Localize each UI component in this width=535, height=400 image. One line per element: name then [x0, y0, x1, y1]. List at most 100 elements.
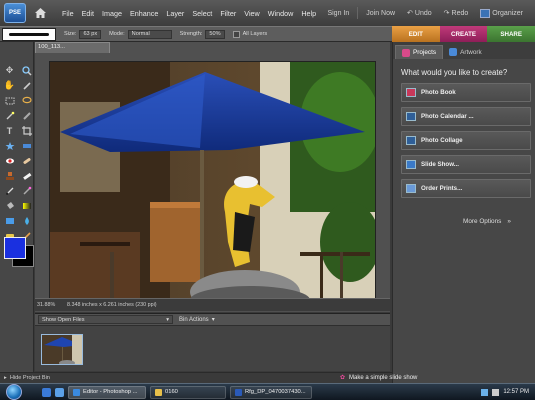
hide-project-bin-toggle[interactable]: ▸ Hide Project Bin	[0, 372, 392, 383]
tab-projects[interactable]: Projects	[395, 45, 444, 59]
tab-projects-label: Projects	[413, 49, 437, 56]
browser-icon[interactable]	[55, 387, 64, 397]
foreground-color-swatch[interactable]	[4, 237, 26, 259]
menu-image[interactable]: Image	[98, 9, 126, 18]
system-tray: 12:57 PM	[481, 388, 535, 396]
tab-artwork-label: Artwork	[460, 48, 482, 56]
home-icon[interactable]	[32, 5, 48, 21]
spot-healing-tool-icon[interactable]	[20, 154, 33, 167]
brush-preset-picker[interactable]	[2, 27, 56, 41]
divider	[357, 7, 359, 19]
sign-in-link[interactable]: Sign In	[321, 10, 355, 17]
collage-icon	[406, 136, 416, 145]
bin-actions-menu[interactable]: Bin Actions ▾	[179, 316, 215, 324]
tab-create[interactable]: CREATE	[439, 26, 488, 42]
hand-tool-icon[interactable]: ✋	[3, 79, 16, 92]
shape-tool-icon[interactable]	[3, 214, 16, 227]
show-files-select[interactable]: Show Open Files ▾	[38, 315, 173, 324]
document-window: 100_113...	[35, 42, 390, 312]
lasso-tool-icon[interactable]	[20, 94, 33, 107]
menu-help[interactable]: Help	[297, 9, 320, 18]
menu-layer[interactable]: Layer	[162, 9, 188, 18]
folder-icon	[155, 388, 162, 396]
tab-artwork[interactable]: Artwork	[443, 45, 488, 59]
app-logo-text: PSE	[8, 10, 21, 16]
task-label: Editor - Photoshop ...	[83, 389, 138, 395]
mode-option: Mode: Normal	[109, 29, 172, 39]
photo-calendar-button[interactable]: Photo Calendar ...	[401, 107, 531, 126]
taskbar-folder-0160[interactable]: 0160	[150, 385, 226, 399]
all-layers-option: All Layers	[232, 30, 267, 38]
app-logo[interactable]: PSE	[4, 3, 26, 23]
menu-view[interactable]: View	[240, 9, 263, 18]
organizer-icon	[480, 8, 491, 18]
menu-file[interactable]: File	[58, 9, 78, 18]
eraser-tool-icon[interactable]	[20, 169, 33, 182]
type-tool-icon[interactable]: T	[3, 124, 16, 137]
menu-select[interactable]: Select	[188, 9, 216, 18]
straighten-tool-icon[interactable]	[20, 139, 33, 152]
eyedropper-tool-icon[interactable]	[20, 79, 33, 92]
crop-tool-icon[interactable]	[20, 124, 33, 137]
clone-stamp-tool-icon[interactable]	[3, 169, 16, 182]
magic-wand-tool-icon[interactable]	[3, 109, 16, 122]
volume-icon[interactable]	[492, 388, 500, 396]
prints-icon	[406, 184, 416, 193]
image-canvas[interactable]	[49, 61, 376, 310]
size-label: Size:	[64, 31, 77, 37]
marquee-tool-icon[interactable]	[3, 94, 16, 107]
undo-button[interactable]: ↶ Undo	[401, 9, 438, 18]
redo-label: Redo	[451, 9, 469, 17]
gradient-tool-icon[interactable]	[20, 199, 33, 212]
size-option: Size: 63 px	[64, 29, 102, 39]
join-now-link[interactable]: Join Now	[360, 10, 401, 17]
taskbar-word-doc[interactable]: Rfg_DP_0470037430...	[230, 385, 312, 399]
more-options-label: More Options	[463, 218, 502, 225]
network-icon[interactable]	[481, 388, 489, 396]
triangle-right-icon: ▸	[4, 375, 7, 381]
red-eye-tool-icon[interactable]	[3, 154, 16, 167]
calendar-icon	[406, 112, 416, 121]
tab-share[interactable]: SHARE	[487, 26, 535, 42]
menu-edit[interactable]: Edit	[78, 9, 98, 18]
organizer-button[interactable]: Organizer	[474, 8, 529, 18]
strength-label: Strength:	[179, 31, 203, 37]
menu-enhance[interactable]: Enhance	[126, 9, 162, 18]
photo-collage-button[interactable]: Photo Collage	[401, 131, 531, 150]
all-layers-checkbox[interactable]	[232, 30, 240, 38]
clock[interactable]: 12:57 PM	[503, 389, 529, 395]
menu-right: Sign In Join Now ↶ Undo ↷ Redo Organizer	[321, 7, 529, 19]
tab-edit[interactable]: EDIT	[392, 26, 440, 42]
menu-filter[interactable]: Filter	[216, 9, 240, 18]
create-panel: Projects Artwork What would you like to …	[392, 42, 535, 383]
redo-button[interactable]: ↷ Redo	[438, 9, 475, 18]
blur-tool-icon[interactable]	[20, 214, 33, 227]
photo-book-button[interactable]: Photo Book	[401, 83, 531, 102]
photoshop-icon	[73, 388, 80, 396]
more-options-link[interactable]: More Options »	[463, 218, 511, 225]
toolbox: ✥ ✋ T	[0, 42, 34, 372]
taskbar-editor-photoshop[interactable]: Editor - Photoshop ...	[68, 385, 146, 399]
word-icon	[235, 388, 242, 396]
smart-brush-tool-icon[interactable]	[20, 184, 33, 197]
brush-tool-icon[interactable]	[3, 184, 16, 197]
task-label: 0160	[165, 389, 178, 395]
project-bin: Show Open Files ▾ Bin Actions ▾	[35, 313, 390, 371]
tip-bar: ✿ Make a simple slide show	[340, 374, 417, 382]
order-prints-button[interactable]: Order Prints...	[401, 179, 531, 198]
size-field[interactable]: 63 px	[79, 29, 102, 39]
document-tab[interactable]: 100_113...	[35, 42, 110, 53]
paint-bucket-tool-icon[interactable]	[3, 199, 16, 212]
strength-field[interactable]: 50%	[205, 29, 225, 39]
start-button[interactable]	[6, 384, 22, 400]
menu-window[interactable]: Window	[264, 9, 298, 18]
slide-show-button[interactable]: Slide Show...	[401, 155, 531, 174]
move-tool-icon[interactable]: ✥	[3, 64, 16, 77]
zoom-tool-icon[interactable]	[20, 64, 33, 77]
selection-brush-tool-icon[interactable]	[20, 109, 33, 122]
zoom-level[interactable]: 31.88%	[35, 302, 61, 308]
open-file-thumbnail[interactable]	[41, 334, 83, 365]
show-desktop-icon[interactable]	[42, 387, 51, 397]
cookie-cutter-tool-icon[interactable]	[3, 139, 16, 152]
mode-select[interactable]: Normal	[127, 29, 172, 39]
